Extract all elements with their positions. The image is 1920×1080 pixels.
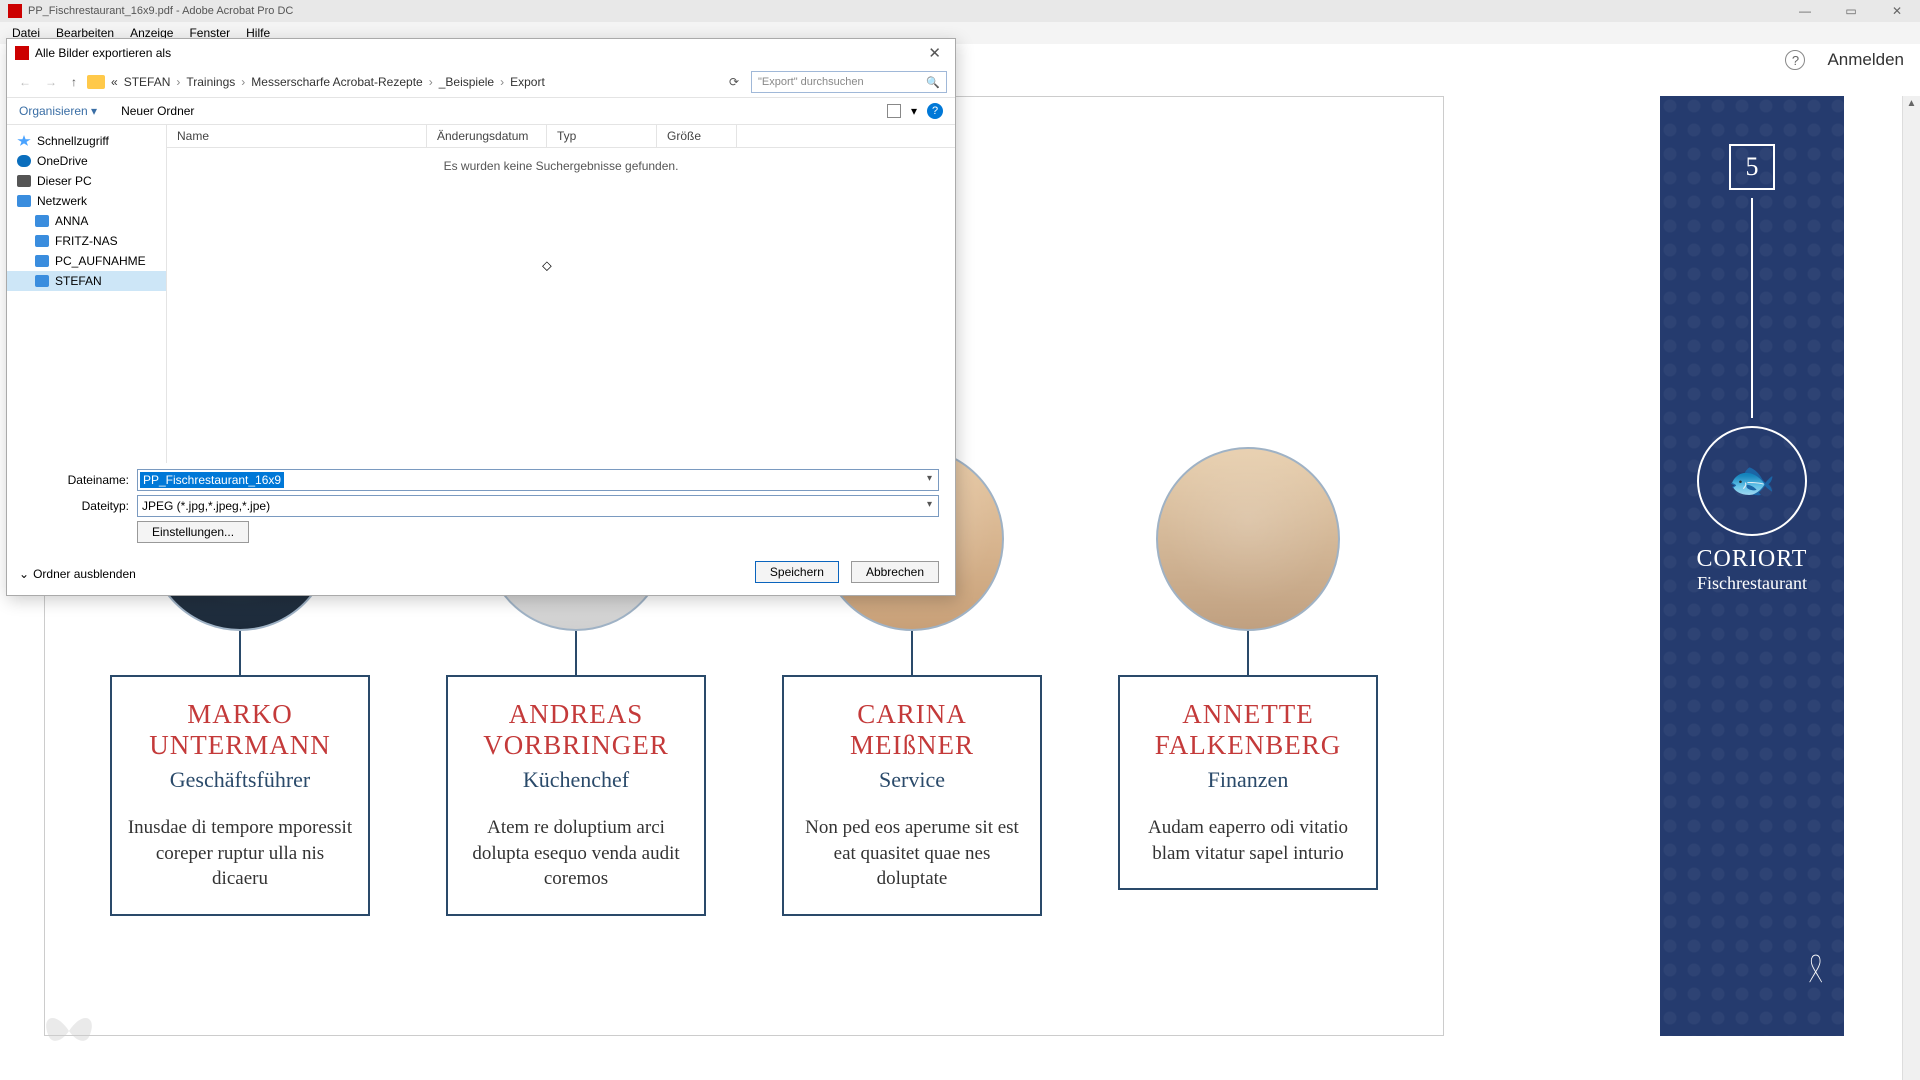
breadcrumb[interactable]: Messerscharfe Acrobat-Rezepte [251,75,422,89]
help-icon[interactable]: ? [1785,50,1805,70]
column-header[interactable]: Name [167,125,427,147]
cancel-button[interactable]: Abbrechen [851,561,939,583]
acrobat-icon [8,4,22,18]
breadcrumb[interactable]: STEFAN [124,75,171,89]
nav-back-button[interactable]: ← [15,75,35,89]
tree-drive-selected[interactable]: STEFAN [7,271,166,291]
dialog-title: Alle Bilder exportieren als [35,46,171,60]
nav-forward-button[interactable]: → [41,75,61,89]
new-folder-button[interactable]: Neuer Ordner [121,104,194,118]
hook-icon: 𓍲 [1807,936,1824,1002]
empty-message: Es wurden keine Suchergebnisse gefunden. [167,159,955,173]
save-dialog: Alle Bilder exportieren als ✕ ← → ↑ « ST… [6,38,956,596]
member-name: ANDREAS VORBRINGER [462,699,690,761]
member-role: Geschäftsführer [126,767,354,793]
breadcrumb[interactable]: _Beispiele [439,75,494,89]
search-input[interactable]: "Export" durchsuchen 🔍 [751,71,947,93]
title-text: PP_Fischrestaurant_16x9.pdf - Adobe Acro… [28,5,293,17]
logo-icon: 🐟 [1697,426,1807,536]
tree-onedrive[interactable]: OneDrive [7,151,166,171]
settings-button[interactable]: Einstellungen... [137,521,249,543]
vertical-scrollbar[interactable]: ▲ [1902,96,1920,1080]
view-mode-button[interactable] [887,104,901,118]
chevron-down-icon[interactable]: ▾ [911,104,917,118]
help-button[interactable]: ? [927,103,943,119]
watermark-butterfly-icon [34,996,104,1066]
filename-label: Dateiname: [23,473,137,487]
filename-input[interactable]: PP_Fischrestaurant_16x9 ▾ [137,469,939,491]
team-member: ANNETTE FALKENBERG Finanzen Audam eaperr… [1118,447,1378,916]
collapse-icon[interactable]: ⌄ [19,567,29,581]
tree-this-pc[interactable]: Dieser PC [7,171,166,191]
dialog-close-button[interactable]: ✕ [922,44,947,62]
app-titlebar: PP_Fischrestaurant_16x9.pdf - Adobe Acro… [0,0,1920,22]
acrobat-icon [15,46,29,60]
refresh-button[interactable]: ⟳ [723,75,745,89]
member-name: ANNETTE FALKENBERG [1134,699,1362,761]
maximize-button[interactable]: ▭ [1828,0,1874,22]
tree-network[interactable]: Netzwerk [7,191,166,211]
brand-name: CORIORT [1697,546,1808,573]
column-header[interactable]: Typ [547,125,657,147]
column-header[interactable]: Größe [657,125,737,147]
folder-tree: Schnellzugriff OneDrive Dieser PC Netzwe… [7,125,167,463]
avatar [1156,447,1340,631]
tree-drive[interactable]: ANNA [7,211,166,231]
nav-up-button[interactable]: ↑ [67,75,81,89]
sign-in-link[interactable]: Anmelden [1827,50,1904,70]
member-role: Service [798,767,1026,793]
member-desc: Atem re doluptium arci dolupta esequo ve… [462,815,690,892]
search-icon: 🔍 [926,76,940,89]
file-list: Name Änderungsdatum Typ Größe Es wurden … [167,125,955,463]
member-role: Finanzen [1134,767,1362,793]
breadcrumb[interactable]: Export [510,75,545,89]
hide-folders-link[interactable]: Ordner ausblenden [33,567,136,581]
save-button[interactable]: Speichern [755,561,839,583]
breadcrumb[interactable]: « [111,75,118,89]
folder-icon [87,75,105,89]
member-desc: Non ped eos aperume sit est eat quasitet… [798,815,1026,892]
brand-sub: Fischrestaurant [1697,573,1808,594]
member-desc: Audam eaperro odi vitatio blam vitatur s… [1134,815,1362,866]
member-name: CARINA MEIßNER [798,699,1026,761]
page-number: 5 [1729,144,1775,190]
organize-button[interactable]: Organisieren ▾ [19,104,97,118]
search-placeholder: "Export" durchsuchen [758,76,864,88]
minimize-button[interactable]: — [1782,0,1828,22]
tree-drive[interactable]: FRITZ-NAS [7,231,166,251]
column-header[interactable]: Änderungsdatum [427,125,547,147]
member-role: Küchenchef [462,767,690,793]
member-name: MARKO UNTERMANN [126,699,354,761]
close-button[interactable]: ✕ [1874,0,1920,22]
breadcrumb[interactable]: Trainings [186,75,235,89]
chevron-down-icon[interactable]: ▾ [927,473,932,484]
member-desc: Inusdae di tempore mporessit coreper rup… [126,815,354,892]
chevron-down-icon[interactable]: ▾ [927,499,932,510]
pdf-sidebar: 5 🐟 CORIORT Fischrestaurant 𓍲 [1660,96,1844,1036]
tree-drive[interactable]: PC_AUFNAHME [7,251,166,271]
filetype-select[interactable]: JPEG (*.jpg,*.jpeg,*.jpe) ▾ [137,495,939,517]
tree-quick-access[interactable]: Schnellzugriff [7,131,166,151]
filetype-label: Dateityp: [23,499,137,513]
